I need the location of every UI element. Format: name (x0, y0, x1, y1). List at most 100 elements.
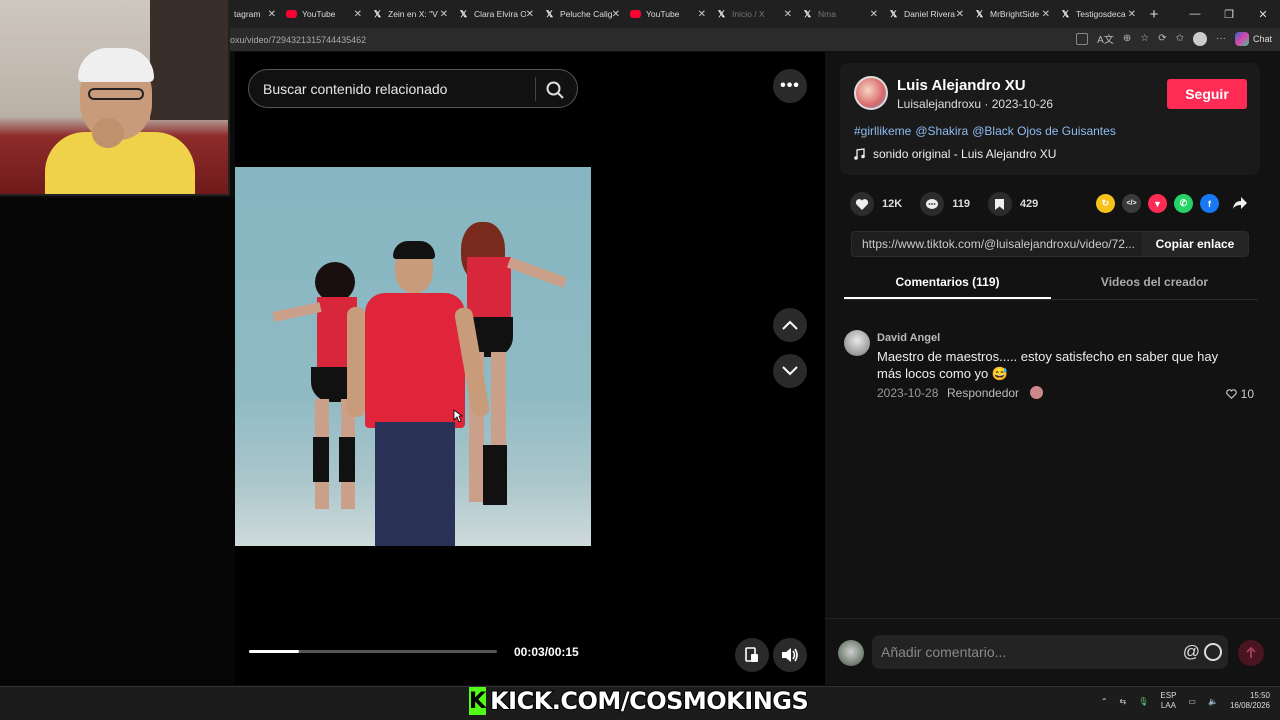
whatsapp-icon[interactable]: ✆ (1174, 194, 1193, 213)
browser-tab-label: Peluche Calig (560, 9, 612, 19)
browser-tab[interactable]: YouTube ✕ (624, 0, 710, 28)
repost-icon[interactable]: ↻ (1096, 194, 1115, 213)
more-menu-icon[interactable]: ··· (1216, 33, 1226, 44)
browser-tab[interactable]: 𝕏 Nma ✕ (796, 0, 882, 28)
search-input[interactable]: Buscar contenido relacionado (263, 81, 447, 97)
x-icon: 𝕏 (717, 8, 726, 19)
language-indicator[interactable]: ESP LAA (1160, 691, 1176, 711)
network-icon[interactable]: ▭ (1188, 697, 1196, 706)
video-progress-bar[interactable] (249, 650, 497, 653)
browser-tab[interactable]: 𝕏 Daniel Rivera ✕ (882, 0, 968, 28)
browser-tab[interactable]: tagram ✕ (228, 0, 280, 28)
chat-label: Chat (1252, 33, 1272, 44)
taskbar-clock[interactable]: 15:50 16/08/2026 (1230, 691, 1270, 711)
follow-button[interactable]: Seguir (1167, 79, 1247, 109)
volume-button[interactable] (773, 638, 807, 672)
tab-comments[interactable]: Comentarios (119) (844, 267, 1051, 299)
speaker-icon[interactable]: 🔈 (1208, 697, 1218, 706)
emoji-icon[interactable] (1204, 643, 1222, 661)
browser-tab[interactable]: 𝕏 Inicio / X ✕ (710, 0, 796, 28)
chat-button[interactable]: Chat (1234, 31, 1272, 46)
share-arrow-icon[interactable] (1232, 196, 1248, 210)
comment-text: Maestro de maestros..... estoy satisfech… (877, 349, 1219, 381)
zoom-icon[interactable]: ⊕ (1123, 33, 1131, 44)
close-tab-icon[interactable]: ✕ (268, 9, 276, 20)
comment-like-button[interactable]: 10 (1225, 387, 1254, 401)
x-icon: 𝕏 (1061, 8, 1070, 19)
like-button[interactable]: 12K (850, 192, 902, 216)
music-note-icon (854, 148, 865, 160)
microphone-icon[interactable]: 🎙 (1138, 697, 1148, 706)
close-tab-icon[interactable]: ✕ (440, 9, 448, 20)
search-icon[interactable] (545, 80, 565, 100)
app-icon[interactable] (1076, 32, 1089, 45)
new-tab-button[interactable]: + (1140, 6, 1168, 23)
volume-icon (782, 648, 798, 662)
embed-icon[interactable]: </> (1122, 194, 1141, 213)
tab-creator-videos[interactable]: Videos del creador (1051, 267, 1258, 299)
comment-button[interactable]: 119 (920, 192, 970, 216)
browser-tab[interactable]: 𝕏 Testigosdeca ✕ (1054, 0, 1140, 28)
send-comment-button[interactable] (1238, 640, 1264, 666)
extensions-icon[interactable]: ⟳ (1158, 33, 1166, 44)
mention-icon[interactable]: @ (1183, 642, 1200, 662)
creator-avatar-badge (1030, 386, 1043, 399)
copy-link-button[interactable]: Copiar enlace (1142, 232, 1248, 256)
browser-tab-label: Testigosdeca (1076, 9, 1126, 19)
mention-link[interactable]: @Black Ojos de Guisantes (972, 124, 1116, 138)
close-tab-icon[interactable]: ✕ (354, 9, 362, 20)
restore-icon[interactable]: ❐ (1212, 8, 1246, 21)
webcam-overlay (0, 0, 230, 196)
close-tab-icon[interactable]: ✕ (956, 9, 964, 20)
url-text[interactable]: oxu/video/7294321315744435462 (230, 35, 366, 45)
minimize-icon[interactable]: — (1178, 8, 1212, 20)
tray-app-icon[interactable]: ⇆ (1120, 697, 1127, 706)
tray-chevron-icon[interactable]: ⌃ (1101, 697, 1108, 706)
reply-button[interactable]: Respondedor (947, 386, 1019, 400)
share-link-url[interactable]: https://www.tiktok.com/@luisalejandroxu/… (862, 237, 1144, 251)
translate-icon[interactable]: A文 (1097, 31, 1114, 46)
profile-avatar[interactable] (1192, 31, 1207, 46)
commenter-name[interactable]: David Angel (877, 332, 940, 344)
previous-video-button[interactable] (773, 308, 807, 342)
x-icon: 𝕏 (459, 8, 468, 19)
browser-tab-label: Daniel Rivera (904, 9, 956, 19)
hashtag-link[interactable]: #girllikeme (854, 124, 911, 138)
favorites-icon[interactable]: ✩ (1176, 33, 1184, 44)
mention-link[interactable]: @Shakira (915, 124, 968, 138)
send-friend-icon[interactable]: ▼ (1148, 194, 1167, 213)
author-name[interactable]: Luis Alejandro XU (897, 77, 1026, 94)
browser-tab[interactable]: YouTube ✕ (280, 0, 366, 28)
close-window-icon[interactable]: ✕ (1246, 8, 1280, 21)
favorite-star-icon[interactable]: ☆ (1140, 33, 1149, 44)
video-player[interactable] (235, 167, 591, 546)
sound-link[interactable]: sonido original - Luis Alejandro XU (854, 147, 1056, 161)
next-video-button[interactable] (773, 354, 807, 388)
window-controls: — ❐ ✕ (1178, 0, 1280, 28)
close-tab-icon[interactable]: ✕ (784, 9, 792, 20)
close-tab-icon[interactable]: ✕ (526, 9, 534, 20)
search-box[interactable]: Buscar contenido relacionado (248, 69, 578, 108)
current-user-avatar (838, 640, 864, 666)
close-tab-icon[interactable]: ✕ (870, 9, 878, 20)
close-tab-icon[interactable]: ✕ (698, 9, 706, 20)
browser-tab[interactable]: 𝕏 Peluche Calig ✕ (538, 0, 624, 28)
author-avatar[interactable] (854, 76, 888, 110)
commenter-avatar[interactable] (844, 330, 870, 356)
close-tab-icon[interactable]: ✕ (1042, 9, 1050, 20)
more-options-button[interactable]: ••• (773, 69, 807, 103)
save-button[interactable]: 429 (987, 192, 1038, 216)
video-timecode: 00:03/00:15 (514, 645, 579, 659)
comment-input[interactable]: Añadir comentario... @ (872, 635, 1228, 669)
close-tab-icon[interactable]: ✕ (612, 9, 620, 20)
facebook-icon[interactable]: f (1200, 194, 1219, 213)
picture-in-picture-button[interactable] (735, 638, 769, 672)
browser-tab[interactable]: 𝕏 Zein en X: "V ✕ (366, 0, 452, 28)
browser-tab[interactable]: 𝕏 Clara Elvira O ✕ (452, 0, 538, 28)
heart-icon (855, 198, 869, 210)
browser-tab-label: Nma (818, 9, 836, 19)
video-panel: Buscar contenido relacionado ••• 00:03/0… (235, 52, 825, 685)
browser-tab-label: tagram (234, 9, 261, 19)
close-tab-icon[interactable]: ✕ (1128, 9, 1136, 20)
browser-tab[interactable]: 𝕏 MrBrightSide ✕ (968, 0, 1054, 28)
